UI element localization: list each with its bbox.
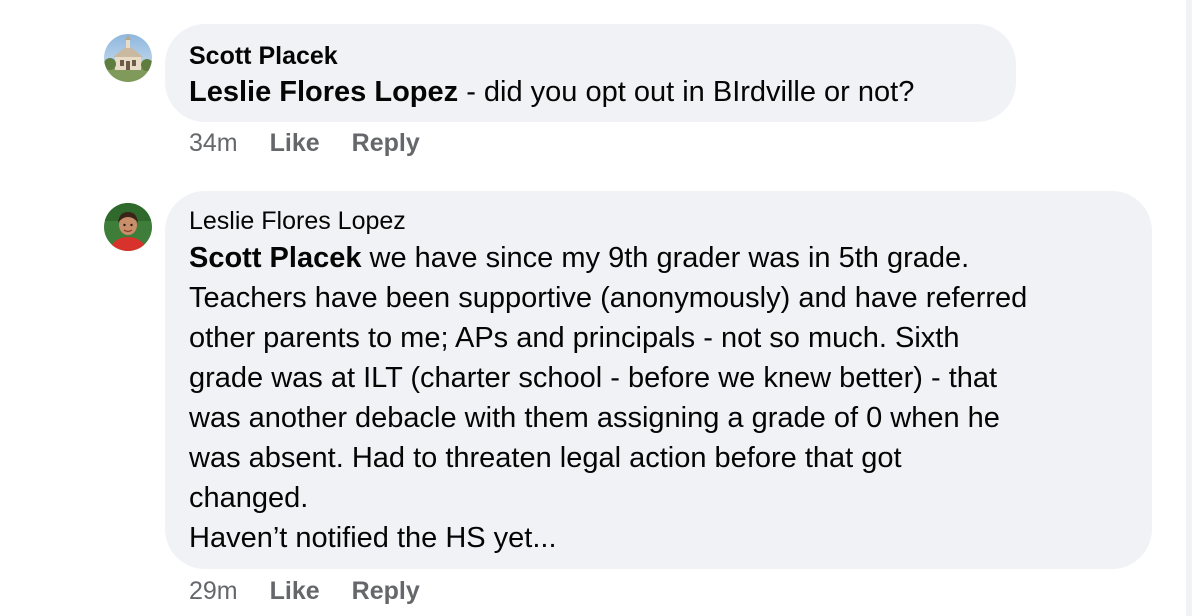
reply-button[interactable]: Reply [352,576,420,606]
comment-author[interactable]: Leslie Flores Lopez [189,203,1128,239]
comment-line: other parents to me; APs and principals … [189,322,960,354]
comment-text: Scott Placek we have since my 9th grader… [189,238,1128,558]
comment-bubble: Scott Placek Leslie Flores Lopez - did y… [165,24,1016,122]
timestamp[interactable]: 29m [189,576,238,606]
scroll-track [1186,0,1192,616]
comment-author[interactable]: Scott Placek [189,38,992,74]
comment-bubble: Leslie Flores Lopez Scott Placek we have… [165,191,1152,569]
like-button[interactable]: Like [270,128,320,158]
comment-actions: 34m Like Reply [189,128,452,158]
mention-link[interactable]: Leslie Flores Lopez [189,76,458,108]
comment-actions: 29m Like Reply [189,576,452,606]
comment-line: grade was at ILT (charter school - befor… [189,362,998,394]
comment-line: was absent. Had to threaten legal action… [189,442,902,474]
avatar[interactable] [104,34,152,82]
like-button[interactable]: Like [270,576,320,606]
reply-button[interactable]: Reply [352,128,420,158]
comment-line: Teachers have been supportive (anonymous… [189,282,1028,314]
comment-text: Leslie Flores Lopez - did you opt out in… [189,72,992,112]
comment-line: changed. [189,482,309,514]
mention-link[interactable]: Scott Placek [189,242,361,274]
avatar[interactable] [104,203,152,251]
comment-line: Scott Placek we have since my 9th grader… [189,242,970,274]
comment-line: Haven’t notified the HS yet... [189,522,557,554]
comment-body: - did you opt out in BIrdville or not? [458,76,915,108]
timestamp[interactable]: 34m [189,128,238,158]
comment-line: was another debacle with them assigning … [189,402,1000,434]
